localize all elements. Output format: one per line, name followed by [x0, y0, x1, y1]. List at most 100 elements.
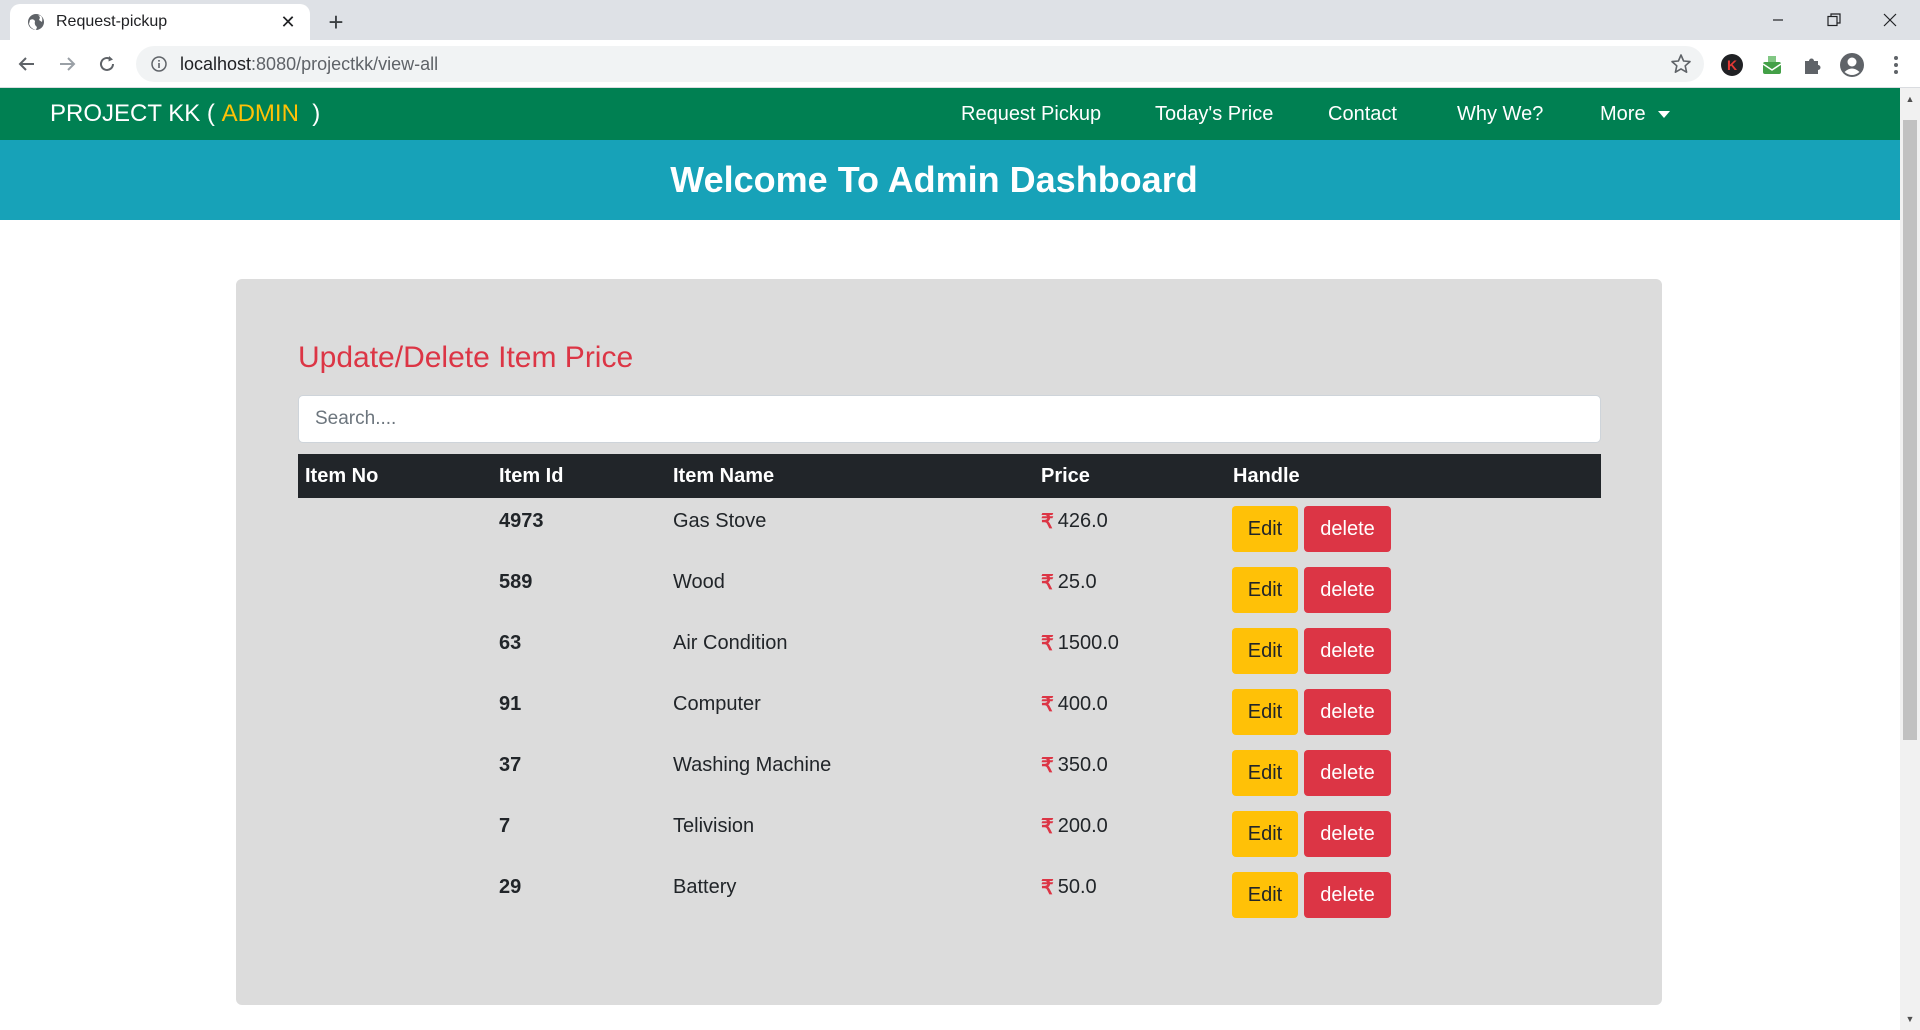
edit-button[interactable]: Edit	[1232, 811, 1298, 857]
rupee-icon: ₹	[1041, 571, 1054, 594]
item-id-cell: 7	[499, 814, 511, 837]
price-value: 200.0	[1057, 814, 1108, 837]
profile-avatar-icon[interactable]	[1839, 52, 1865, 78]
price-cell: ₹200.0	[1041, 803, 1108, 849]
item-price-panel: Update/Delete Item Price Item No Item Id…	[236, 279, 1662, 1005]
table-header: Item No Item Id Item Name Price Handle	[298, 454, 1601, 498]
rupee-icon: ₹	[1041, 815, 1054, 838]
item-name-cell: Air Condition	[673, 631, 788, 654]
delete-button[interactable]: delete	[1304, 689, 1391, 735]
minimize-icon[interactable]	[1750, 0, 1806, 40]
url-path: :8080/projectkk/view-all	[251, 53, 439, 74]
column-header-handle: Handle	[1233, 464, 1300, 487]
restore-icon[interactable]	[1806, 0, 1862, 40]
item-name-cell: Telivision	[673, 814, 755, 837]
browser-toolbar: localhost:8080/projectkk/view-all K	[0, 40, 1920, 88]
rupee-icon: ₹	[1041, 510, 1054, 533]
scroll-up-arrow-icon[interactable]: ▲	[1900, 90, 1920, 108]
column-header-item-name: Item Name	[673, 464, 775, 487]
nav-request-pickup[interactable]: Request Pickup	[961, 88, 1101, 140]
rupee-icon: ₹	[1041, 754, 1054, 777]
edit-button[interactable]: Edit	[1232, 872, 1298, 918]
edit-button[interactable]: Edit	[1232, 506, 1298, 552]
back-icon[interactable]	[12, 49, 42, 79]
edit-button[interactable]: Edit	[1232, 689, 1298, 735]
item-id-cell: 589	[499, 570, 533, 593]
price-value: 25.0	[1057, 570, 1097, 593]
price-cell: ₹350.0	[1041, 742, 1108, 788]
price-cell: ₹426.0	[1041, 498, 1108, 544]
scrollbar-thumb[interactable]	[1903, 120, 1917, 740]
scroll-down-arrow-icon[interactable]: ▼	[1900, 1010, 1920, 1028]
reload-icon[interactable]	[92, 49, 122, 79]
edit-button[interactable]: Edit	[1232, 750, 1298, 796]
delete-button[interactable]: delete	[1304, 506, 1391, 552]
item-name-cell: Gas Stove	[673, 509, 767, 532]
nav-more-dropdown[interactable]: More	[1600, 88, 1670, 140]
search-input[interactable]	[298, 395, 1601, 443]
browser-tab-strip: Request-pickup ✕ +	[0, 0, 1920, 40]
panel-title: Update/Delete Item Price	[298, 341, 634, 374]
table-row: 63 Air Condition ₹1500.0 Edit delete	[298, 620, 1601, 681]
brand-prefix: PROJECT KK (	[50, 100, 222, 127]
delete-button[interactable]: delete	[1304, 811, 1391, 857]
page-title: Welcome To Admin Dashboard	[670, 159, 1198, 200]
brand-suffix: )	[298, 100, 321, 127]
brand-logo[interactable]: PROJECT KK ( ADMIN )	[50, 88, 320, 140]
item-id-cell: 29	[499, 875, 522, 898]
item-id-cell: 37	[499, 753, 522, 776]
item-name-cell: Washing Machine	[673, 753, 832, 776]
price-value: 1500.0	[1057, 631, 1119, 654]
brand-admin-label: ADMIN	[221, 100, 299, 127]
page-viewport: PROJECT KK ( ADMIN ) Request Pickup Toda…	[0, 88, 1900, 1030]
price-cell: ₹50.0	[1041, 864, 1097, 910]
rupee-icon: ₹	[1041, 876, 1054, 899]
close-tab-icon[interactable]: ✕	[278, 12, 298, 32]
url-host: localhost	[180, 53, 252, 74]
bookmark-star-icon[interactable]	[1670, 53, 1692, 75]
extensions-puzzle-icon[interactable]	[1799, 52, 1825, 78]
info-icon[interactable]	[150, 55, 168, 73]
tab-title: Request-pickup	[56, 13, 168, 30]
nav-todays-price[interactable]: Today's Price	[1155, 88, 1273, 140]
nav-contact[interactable]: Contact	[1328, 88, 1397, 140]
delete-button[interactable]: delete	[1304, 567, 1391, 613]
caret-down-icon	[1657, 110, 1670, 118]
browser-tab[interactable]: Request-pickup ✕	[10, 4, 310, 40]
page-scrollbar[interactable]: ▲ ▼	[1900, 88, 1920, 1030]
item-name-cell: Battery	[673, 875, 737, 898]
item-name-cell: Computer	[673, 692, 761, 715]
close-window-icon[interactable]	[1862, 0, 1918, 40]
price-value: 426.0	[1057, 509, 1108, 532]
item-id-cell: 63	[499, 631, 522, 654]
address-bar[interactable]: localhost:8080/projectkk/view-all	[136, 46, 1704, 82]
edit-button[interactable]: Edit	[1232, 628, 1298, 674]
welcome-banner: Welcome To Admin Dashboard	[0, 140, 1900, 220]
nav-more-label: More	[1600, 102, 1646, 125]
extension-k-icon[interactable]: K	[1719, 52, 1745, 78]
column-header-price: Price	[1041, 464, 1090, 487]
edit-button[interactable]: Edit	[1232, 567, 1298, 613]
table-row: 4973 Gas Stove ₹426.0 Edit delete	[298, 498, 1601, 559]
price-value: 50.0	[1057, 875, 1097, 898]
column-header-item-no: Item No	[305, 464, 379, 487]
table-row: 91 Computer ₹400.0 Edit delete	[298, 681, 1601, 742]
forward-icon[interactable]	[52, 49, 82, 79]
price-value: 350.0	[1057, 753, 1108, 776]
delete-button[interactable]: delete	[1304, 872, 1391, 918]
svg-text:K: K	[1727, 57, 1737, 73]
table-row: 589 Wood ₹25.0 Edit delete	[298, 559, 1601, 620]
delete-button[interactable]: delete	[1304, 628, 1391, 674]
item-id-cell: 4973	[499, 509, 544, 532]
new-tab-button[interactable]: +	[322, 7, 350, 37]
site-navbar: PROJECT KK ( ADMIN ) Request Pickup Toda…	[0, 88, 1900, 140]
price-cell: ₹25.0	[1041, 559, 1097, 605]
table-row: 7 Telivision ₹200.0 Edit delete	[298, 803, 1601, 864]
extension-mail-icon[interactable]	[1759, 52, 1785, 78]
browser-menu-icon[interactable]	[1884, 52, 1908, 78]
column-header-item-id: Item Id	[499, 464, 564, 487]
nav-why-we[interactable]: Why We?	[1457, 88, 1543, 140]
item-id-cell: 91	[499, 692, 522, 715]
delete-button[interactable]: delete	[1304, 750, 1391, 796]
table-row: 29 Battery ₹50.0 Edit delete	[298, 864, 1601, 925]
